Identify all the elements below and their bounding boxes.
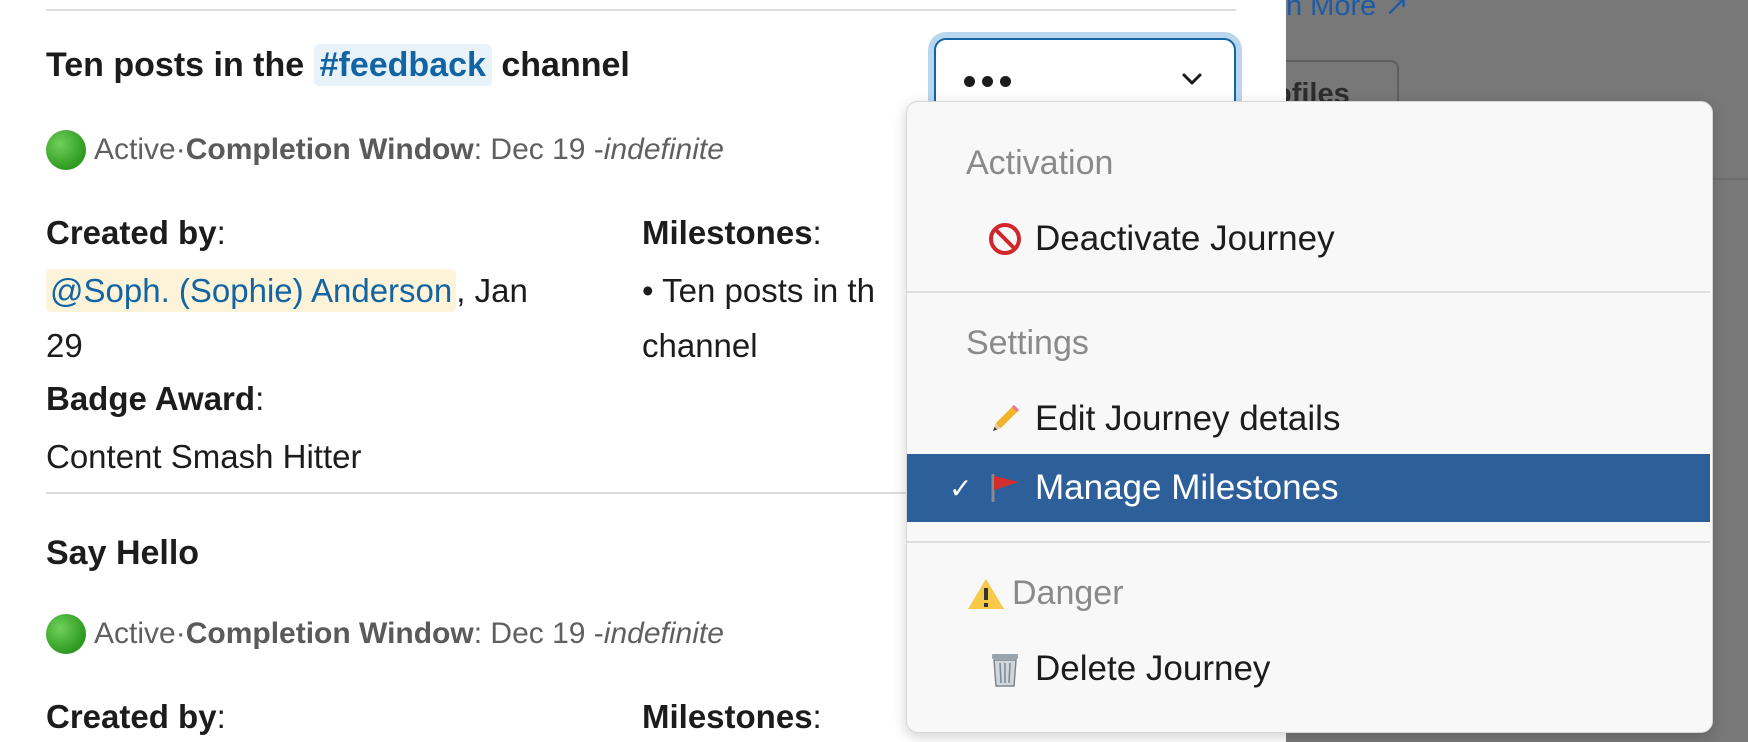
journey-title: Ten posts in the #feedback channel: [46, 44, 630, 86]
warning-icon: [968, 578, 1004, 609]
status-text: Active: [94, 617, 176, 650]
green-circle-icon: [46, 130, 86, 170]
chevron-down-icon: [1182, 73, 1202, 85]
user-mention[interactable]: @Soph. (Sophie) Anderson: [46, 269, 457, 312]
dot-icon: [1000, 76, 1011, 87]
menu-item-label: Manage Milestones: [1035, 468, 1339, 507]
delete-journey-item[interactable]: Delete Journey: [907, 635, 1710, 703]
status-text: Active: [94, 133, 176, 166]
journey-title-suffix: channel: [491, 46, 630, 84]
edit-journey-details-item[interactable]: Edit Journey details: [907, 385, 1710, 453]
window-range: : Dec 19 -: [473, 617, 604, 650]
milestone-item-continued: channel: [642, 327, 758, 364]
menu-item-label: Delete Journey: [1035, 649, 1271, 688]
milestones-label: Milestones:: [642, 214, 822, 251]
menu-item-label: Edit Journey details: [1035, 399, 1341, 438]
menu-separator: [907, 541, 1710, 543]
window-label: Completion Window: [185, 133, 474, 166]
divider: [46, 9, 1236, 11]
green-circle-icon: [46, 614, 86, 654]
checkmark-icon: ✓: [949, 472, 973, 504]
milestone-item: • Ten posts in th: [642, 272, 875, 309]
created-by-label: Created by:: [46, 698, 226, 735]
journey-actions-menu: Activation Deactivate Journey Settings E…: [906, 101, 1713, 733]
badge-award-label: Badge Award:: [46, 380, 265, 417]
milestones-label: Milestones:: [642, 698, 822, 735]
no-entry-icon: [985, 219, 1025, 259]
manage-milestones-item[interactable]: ✓ Manage Milestones: [907, 454, 1710, 522]
journey-title-text: Ten posts in the: [46, 46, 314, 84]
menu-header-activation: Activation: [966, 144, 1114, 182]
badge-award-value: Content Smash Hitter: [46, 438, 362, 475]
window-end: indefinite: [603, 133, 724, 166]
menu-header-danger: Danger: [966, 574, 1124, 613]
journey-status-line: Active · Completion Window : Dec 19 - in…: [46, 614, 724, 654]
danger-header-label: Danger: [1012, 574, 1124, 612]
window-range: : Dec 19 -: [473, 133, 604, 166]
window-label: Completion Window: [185, 617, 474, 650]
menu-item-label: Deactivate Journey: [1035, 219, 1335, 258]
pencil-icon: [985, 399, 1025, 439]
menu-header-settings: Settings: [966, 324, 1089, 362]
created-by-label: Created by:: [46, 214, 226, 251]
dot-icon: [982, 76, 993, 87]
created-date: , Jan: [456, 272, 528, 309]
learn-more-link[interactable]: n More ↗: [1286, 0, 1409, 23]
created-by-value: @Soph. (Sophie) Anderson, Jan: [46, 263, 528, 318]
menu-separator: [907, 291, 1710, 293]
separator: ·: [175, 617, 186, 650]
created-date-line2: 29: [46, 327, 83, 364]
journey-status-line: Active · Completion Window : Dec 19 - in…: [46, 130, 724, 170]
triangular-flag-icon: [985, 468, 1025, 508]
deactivate-journey-item[interactable]: Deactivate Journey: [907, 205, 1710, 273]
wastebasket-icon: [985, 649, 1025, 689]
channel-link[interactable]: #feedback: [313, 44, 492, 86]
journey-title: Say Hello: [46, 534, 200, 572]
separator: ·: [175, 133, 186, 166]
dot-icon: [964, 76, 975, 87]
window-end: indefinite: [603, 617, 724, 650]
